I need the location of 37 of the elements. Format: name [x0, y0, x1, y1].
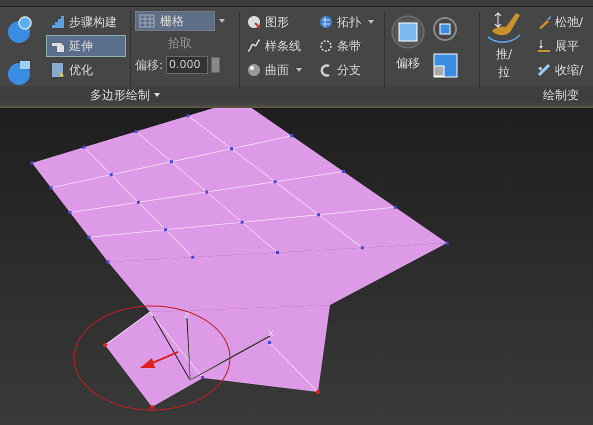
tool-button[interactable]: 延伸 — [46, 35, 126, 57]
stairs-icon — [50, 14, 66, 30]
tool-button[interactable]: 图形 — [244, 11, 306, 33]
tool-button[interactable]: 拓扑 — [314, 11, 380, 33]
axis-label: x — [268, 328, 274, 339]
axis-label: z — [184, 310, 190, 321]
panel-title[interactable]: 绘制变 — [539, 87, 593, 103]
globe-icon — [318, 14, 334, 30]
shrink-icon — [536, 62, 552, 78]
pick-label: 拾取 — [167, 35, 193, 52]
tool-button[interactable]: 步骤构建 — [46, 11, 126, 33]
flatten-icon — [536, 38, 552, 54]
tool-button[interactable]: 曲面 — [244, 59, 306, 81]
push-pull-button[interactable]: 推/ 拉 — [484, 11, 524, 81]
grid-dropdown[interactable]: 栅格 — [135, 11, 215, 31]
grid-icon — [50, 62, 66, 78]
tool-button[interactable]: 条带 — [314, 35, 380, 57]
scale-icon[interactable] — [431, 51, 459, 79]
tool-button[interactable]: 展平 — [532, 35, 588, 57]
arrow-icon — [140, 351, 178, 368]
rotate-icon[interactable] — [431, 15, 459, 43]
offset-button[interactable]: 偏移 — [391, 15, 425, 72]
offset-label: 偏移: — [135, 56, 164, 74]
ring-icon — [318, 38, 334, 54]
tool-button[interactable]: 松弛/ — [532, 11, 588, 33]
panel-title[interactable]: 多边形绘制 — [86, 87, 164, 103]
ball-icon — [246, 62, 262, 78]
ball-icon — [246, 14, 262, 30]
move-icon — [391, 15, 425, 49]
tool-button[interactable]: 优化 — [46, 59, 126, 81]
tool-button[interactable]: 样条线 — [244, 35, 306, 57]
tool-button[interactable]: 分支 — [314, 59, 380, 81]
tool-button[interactable]: 收缩/ — [532, 59, 588, 81]
offset-field[interactable]: 0.000 — [166, 56, 208, 74]
grid-icon — [138, 13, 156, 29]
caret-icon — [219, 19, 225, 23]
curve-icon — [246, 38, 262, 54]
